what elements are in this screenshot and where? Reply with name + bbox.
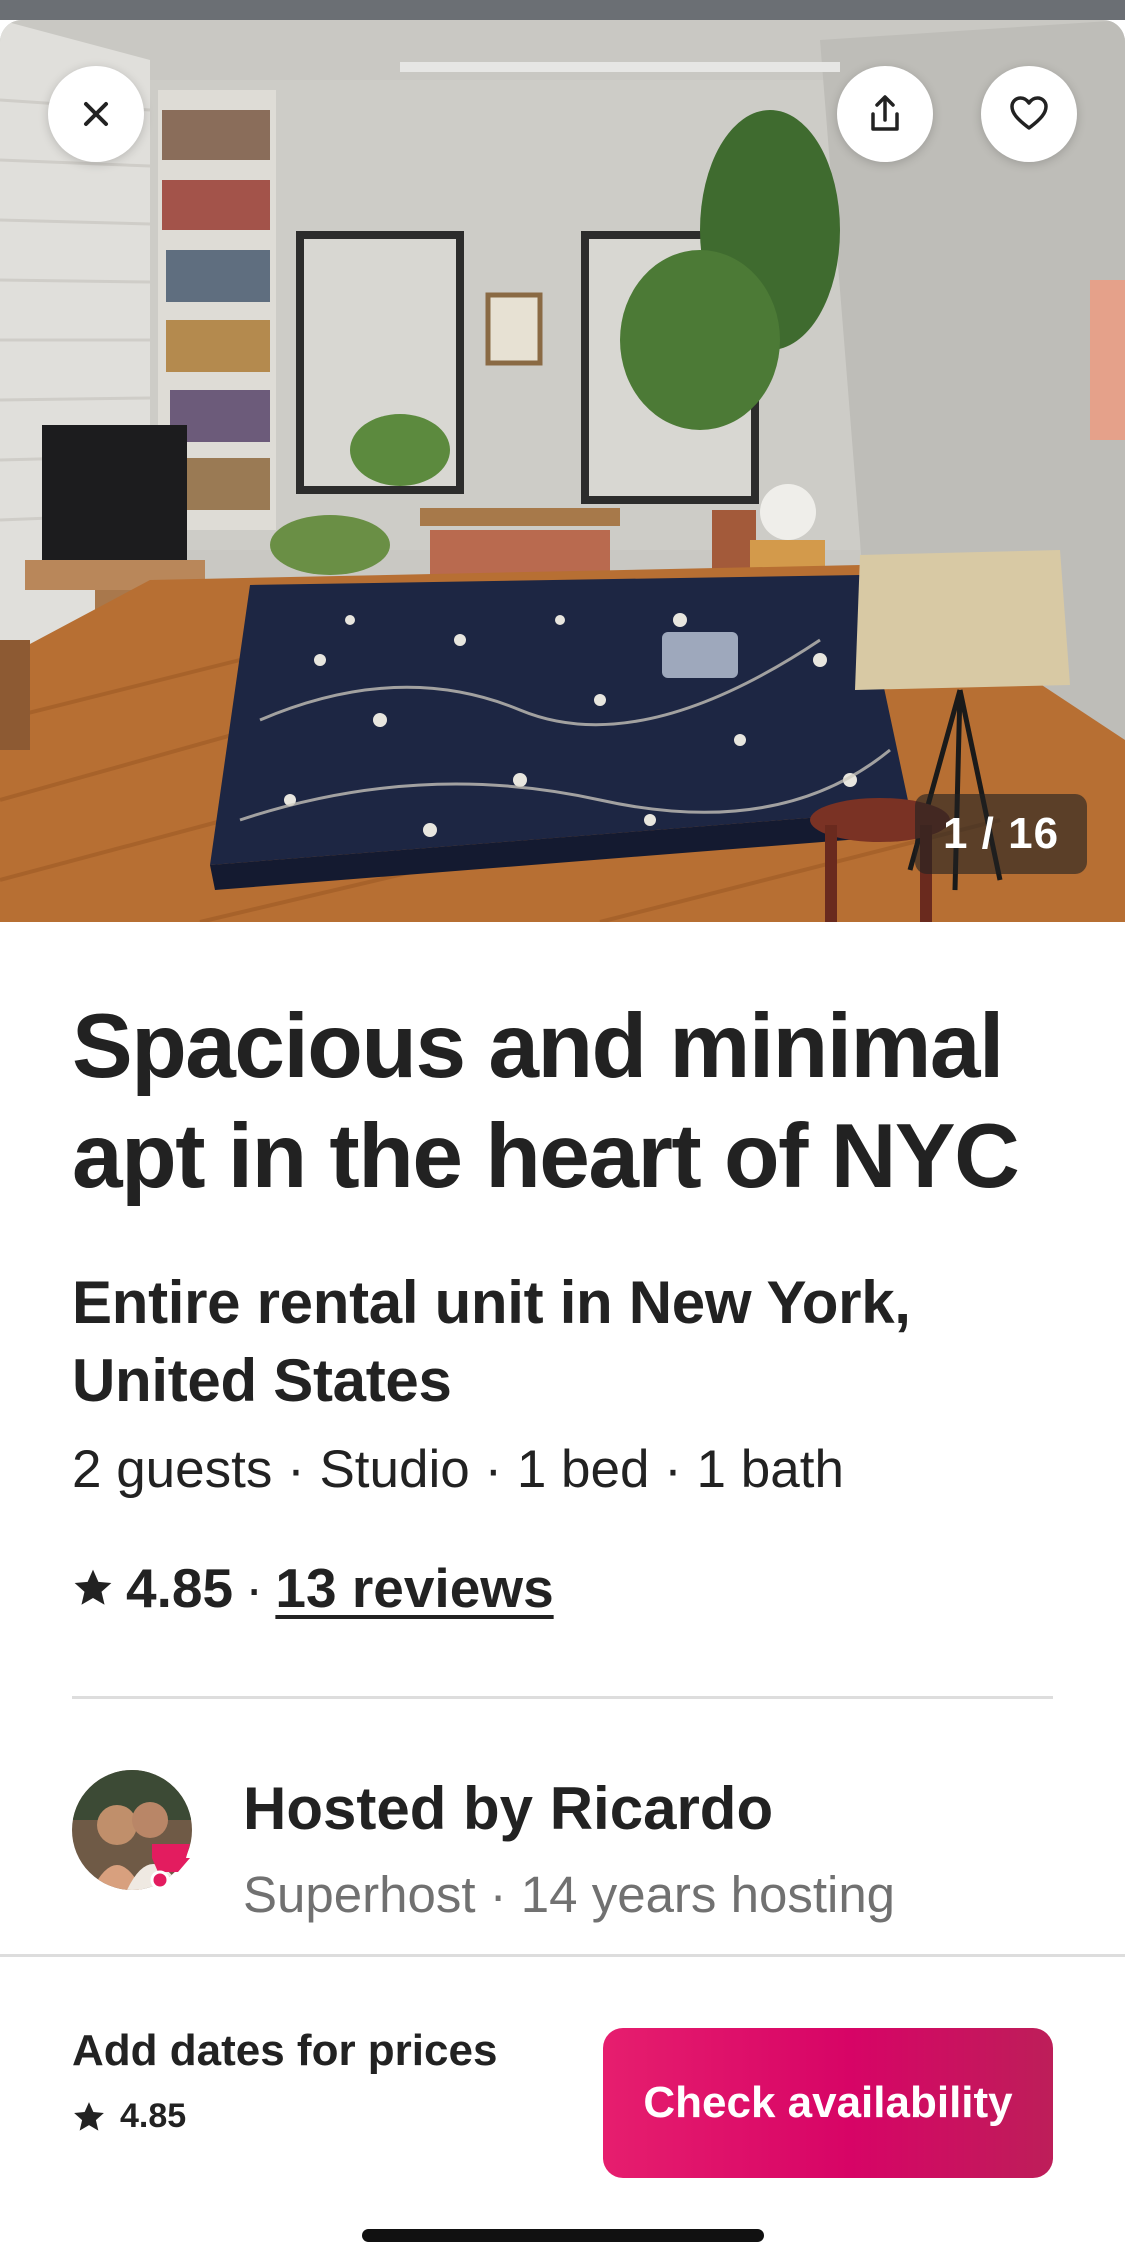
footer-rating: 4.85 [72, 2097, 186, 2136]
save-to-wishlist-button[interactable] [981, 66, 1077, 162]
star-icon [74, 1569, 112, 1605]
rating-summary: 4.85 · 13 reviews [72, 1548, 554, 1628]
listing-title: Spacious and minimal apt in the heart of… [72, 996, 1020, 1207]
section-divider [72, 1696, 1053, 1699]
heart-icon [1010, 96, 1048, 130]
listing-subtitle: Entire rental unit in New York, United S… [72, 1269, 911, 1414]
share-icon [871, 95, 899, 131]
close-button[interactable] [48, 66, 144, 162]
star-icon [74, 2101, 104, 2131]
listing-specs: 2 guests · Studio · 1 bed · 1 bath [72, 1440, 844, 1499]
listing-sheet: 1 / 16 Spacious and minimal apt in the h… [0, 20, 1125, 2266]
apartment-photo-image [0, 20, 1125, 922]
share-button[interactable] [837, 66, 933, 162]
status-bar-strip [0, 0, 1125, 20]
home-indicator [362, 2229, 764, 2242]
close-icon [84, 102, 108, 126]
host-avatar[interactable] [72, 1770, 192, 1890]
reviews-link[interactable]: 13 reviews [275, 1556, 553, 1620]
check-availability-button[interactable]: Check availability [603, 2028, 1053, 2178]
separator-dot: · [245, 1557, 264, 1619]
host-name: Hosted by Ricardo [243, 1775, 774, 1842]
booking-footer: Add dates for prices 4.85 Check availabi… [0, 1954, 1125, 2266]
photo-counter: 1 / 16 [915, 794, 1087, 874]
rating-value: 4.85 [126, 1557, 234, 1619]
footer-rating-value: 4.85 [120, 2097, 187, 2135]
host-meta: Superhost · 14 years hosting [243, 1866, 896, 1923]
price-hint[interactable]: Add dates for prices [72, 2023, 497, 2079]
listing-photo[interactable]: 1 / 16 [0, 20, 1125, 922]
superhost-badge-icon [150, 1844, 190, 1890]
